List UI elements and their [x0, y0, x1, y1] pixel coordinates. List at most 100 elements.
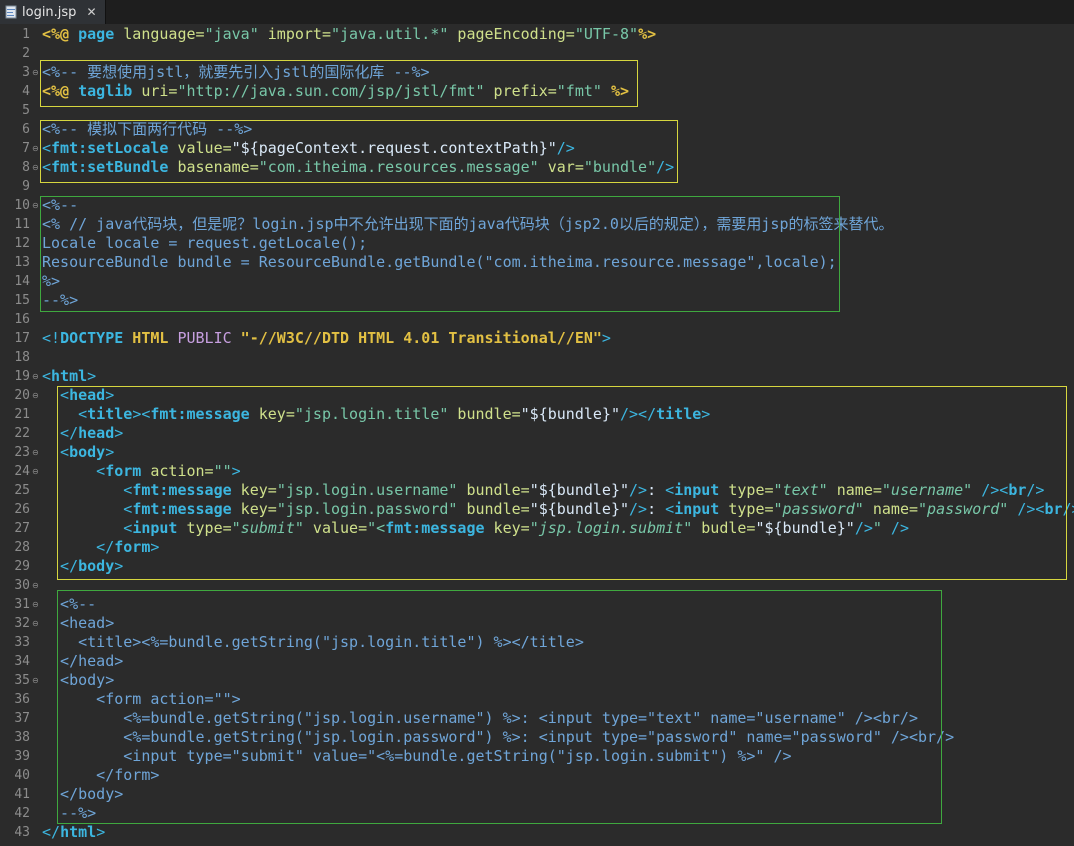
code-line[interactable]: <%-- 模拟下面两行代码 --%>	[42, 120, 252, 139]
code-token: "UTF-8"	[574, 25, 639, 43]
code-token: <%--	[42, 196, 79, 214]
code-line[interactable]: <fmt:setBundle basename="com.itheima.res…	[42, 158, 674, 177]
code-token: <%--	[42, 595, 97, 613]
code-token: "${bundle}"	[520, 405, 620, 423]
code-line[interactable]: <% // java代码块，但是呢？login.jsp中不允许出现下面的java…	[42, 215, 894, 234]
line-number: 26	[14, 502, 30, 517]
code-token: var=	[538, 158, 584, 176]
code-token: "fmt"	[556, 82, 602, 100]
code-token: import=	[258, 25, 331, 43]
code-token: type=	[719, 481, 774, 499]
code-token: <head>	[42, 614, 115, 632]
code-token: fmt:message	[132, 481, 232, 499]
code-token: "<	[367, 519, 386, 537]
code-token: "	[872, 519, 882, 537]
code-token: HTML	[123, 329, 169, 347]
close-icon[interactable]: ✕	[86, 5, 96, 19]
fold-toggle-icon[interactable]: ⊖	[32, 443, 39, 462]
code-line[interactable]: <form action="">	[42, 690, 241, 709]
fold-toggle-icon[interactable]: ⊖	[32, 367, 39, 386]
code-token: type=	[177, 519, 232, 537]
code-token: >	[105, 386, 115, 404]
code-token: <	[42, 500, 133, 518]
tab-login-jsp[interactable]: login.jsp ✕	[0, 0, 106, 24]
code-line[interactable]: --%>	[42, 291, 78, 310]
code-line[interactable]: <%=bundle.getString("jsp.login.password"…	[42, 728, 954, 747]
code-line[interactable]: <head>	[42, 614, 114, 633]
code-line[interactable]: </form>	[42, 538, 159, 557]
code-line[interactable]: Locale locale = request.getLocale();	[42, 234, 367, 253]
fold-toggle-icon[interactable]: ⊖	[32, 196, 39, 215]
code-token: <	[42, 519, 133, 537]
code-token: "${bundle}"	[529, 481, 630, 499]
code-line[interactable]: <%@ page language="java" import="java.ut…	[42, 25, 656, 44]
fold-toggle-icon[interactable]: ⊖	[32, 462, 39, 481]
code-token: key=	[231, 500, 277, 518]
code-token: />	[556, 139, 575, 157]
code-line[interactable]: </body>	[42, 557, 123, 576]
code-line[interactable]: </head>	[42, 652, 123, 671]
code-token: input	[132, 519, 178, 537]
code-line[interactable]: <body>	[42, 443, 114, 462]
code-line[interactable]: --%>	[42, 804, 96, 823]
code-token: :	[647, 481, 657, 499]
code-line[interactable]: <%=bundle.getString("jsp.login.username"…	[42, 709, 918, 728]
line-number: 41	[14, 787, 30, 802]
code-token: />	[1026, 481, 1045, 499]
line-number: 27	[14, 521, 30, 536]
fold-toggle-icon[interactable]: ⊖	[32, 63, 39, 82]
code-line[interactable]: <%-- 要想使用jstl，就要先引入jstl的国际化库 --%>	[42, 63, 430, 82]
line-number: 19	[14, 369, 30, 384]
code-line[interactable]: <%--	[42, 196, 78, 215]
line-number: 28	[14, 540, 30, 555]
code-token: </head>	[42, 652, 124, 670]
fold-toggle-icon[interactable]: ⊖	[32, 139, 39, 158]
code-line[interactable]: <fmt:message key="jsp.login.password" bu…	[42, 500, 1074, 519]
line-number: 17	[14, 331, 30, 346]
fold-toggle-icon[interactable]: ⊖	[32, 614, 39, 633]
fold-toggle-icon[interactable]: ⊖	[32, 671, 39, 690]
code-token: "java"	[204, 25, 259, 43]
code-line[interactable]: <%@ taglib uri="http://java.sun.com/jsp/…	[42, 82, 629, 101]
fold-toggle-icon[interactable]: ⊖	[32, 158, 39, 177]
code-token: <%@	[42, 25, 79, 43]
code-line[interactable]: </head>	[42, 424, 123, 443]
code-line[interactable]: %>	[42, 272, 60, 291]
code-token: language=	[114, 25, 205, 43]
code-line[interactable]: <title><%=bundle.getString("jsp.login.ti…	[42, 633, 584, 652]
jsp-file-icon	[5, 5, 17, 19]
line-number: 37	[14, 711, 30, 726]
fold-toggle-icon[interactable]: ⊖	[32, 576, 39, 595]
code-line[interactable]: <input type="submit" value="<%=bundle.ge…	[42, 747, 791, 766]
line-number: 42	[14, 806, 30, 821]
code-line[interactable]: </form>	[42, 766, 159, 785]
code-token: %>	[601, 82, 630, 100]
code-token: basename=	[168, 158, 259, 176]
code-line[interactable]: <form action="">	[42, 462, 241, 481]
code-line[interactable]: <fmt:message key="jsp.login.username" bu…	[42, 481, 1044, 500]
code-line[interactable]: <input type="submit" value="<fmt:message…	[42, 519, 909, 538]
code-line[interactable]: <fmt:setLocale value="${pageContext.requ…	[42, 139, 575, 158]
code-token: PUBLIC	[168, 329, 232, 347]
code-line[interactable]: <!DOCTYPE HTML PUBLIC "-//W3C//DTD HTML …	[42, 329, 611, 348]
code-token: pageEncoding=	[448, 25, 575, 43]
code-editor[interactable]: 1 2 3 ⊖ 4 5 6 7 ⊖ 8 ⊖ 9 10 ⊖ 11 12 13 14 15 16 17 18 19 ⊖ 20 ⊖ 21 2…	[0, 24, 1074, 846]
code-line[interactable]: </body>	[42, 785, 123, 804]
code-line[interactable]: <html>	[42, 367, 96, 386]
code-token: key=	[249, 405, 295, 423]
code-token: page	[78, 25, 115, 43]
code-token: <%-- 模拟下面两行代码 --%>	[42, 120, 253, 138]
code-line[interactable]: <head>	[42, 386, 114, 405]
code-token: <	[42, 481, 133, 499]
code-token: "com.itheima.resources.message"	[258, 158, 539, 176]
code-token: form	[105, 462, 142, 480]
code-line[interactable]: <%--	[42, 595, 96, 614]
code-line[interactable]: ResourceBundle bundle = ResourceBundle.g…	[42, 253, 837, 272]
fold-toggle-icon[interactable]: ⊖	[32, 595, 39, 614]
fold-toggle-icon[interactable]: ⊖	[32, 386, 39, 405]
code-line[interactable]: <body>	[42, 671, 114, 690]
code-line[interactable]: </html>	[42, 823, 105, 842]
line-number: 22	[14, 426, 30, 441]
code-line[interactable]: <title><fmt:message key="jsp.login.title…	[42, 405, 710, 424]
code-token: prefix=	[484, 82, 557, 100]
